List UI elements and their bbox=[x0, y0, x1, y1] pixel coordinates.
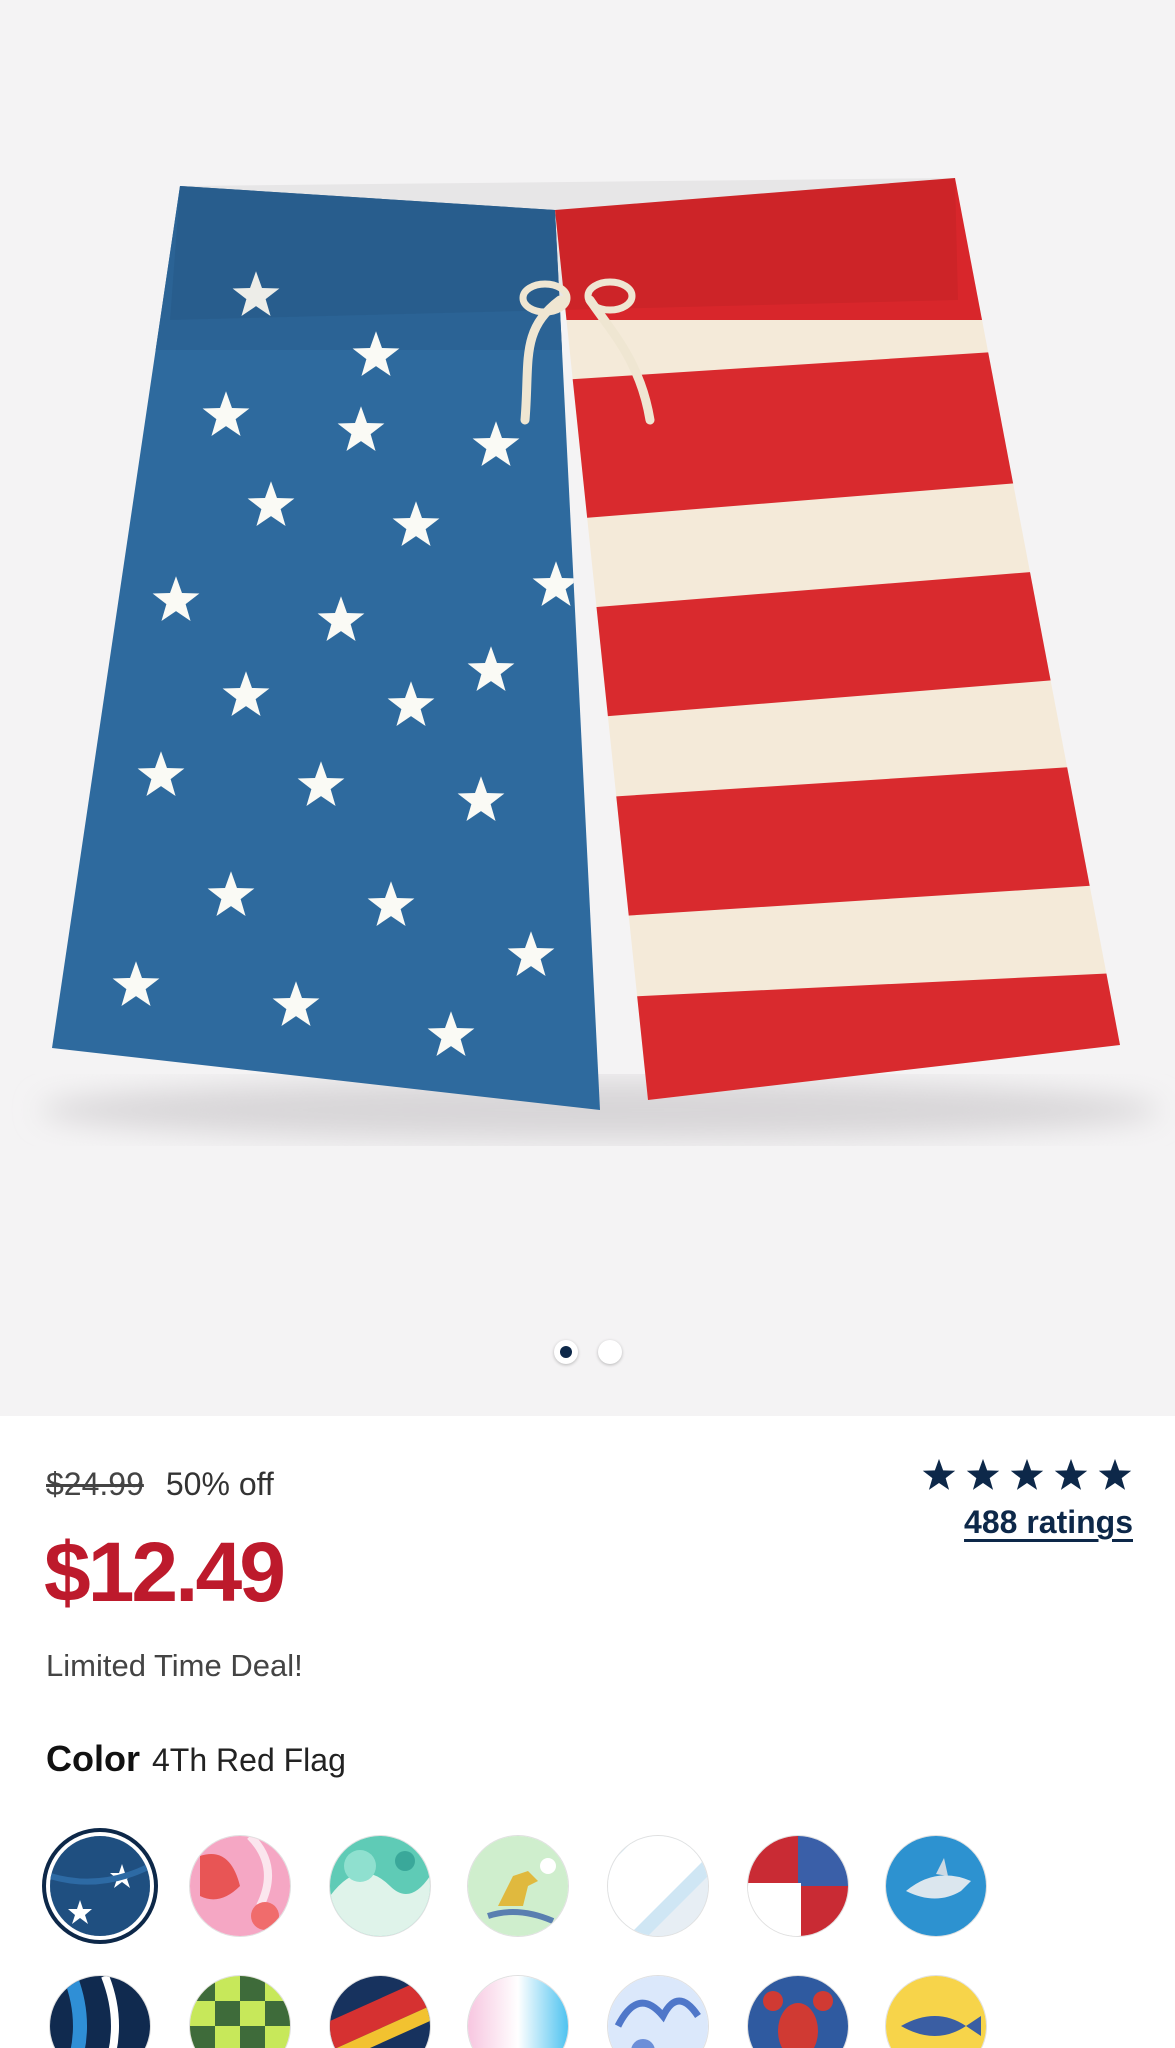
rating-summary[interactable]: 488 ratings bbox=[921, 1458, 1133, 1541]
carousel-indicator bbox=[0, 1340, 1175, 1364]
selected-color-name: 4Th Red Flag bbox=[152, 1742, 346, 1778]
product-image bbox=[40, 178, 1160, 1140]
swatch-teal-tropical[interactable] bbox=[330, 1836, 430, 1936]
carousel-dot-2[interactable] bbox=[597, 1340, 622, 1364]
star-icon bbox=[966, 1458, 1000, 1490]
star-icon bbox=[922, 1458, 956, 1490]
sale-price: $12.49 bbox=[44, 1525, 286, 1619]
color-label: Color bbox=[46, 1738, 140, 1779]
deal-label: Limited Time Deal! bbox=[46, 1648, 303, 1683]
star-rating bbox=[921, 1458, 1133, 1494]
ratings-link[interactable]: 488 ratings bbox=[964, 1504, 1133, 1541]
price-row: $24.99 50% off bbox=[46, 1466, 274, 1503]
swatch-4th-red-flag[interactable] bbox=[50, 1836, 150, 1936]
star-icon bbox=[1054, 1458, 1088, 1490]
discount-label: 50% off bbox=[165, 1466, 274, 1502]
swatch-dinosaur-surf[interactable] bbox=[468, 1836, 568, 1936]
color-selector-header: Color 4Th Red Flag bbox=[46, 1738, 346, 1780]
original-price: $24.99 bbox=[46, 1466, 144, 1502]
star-icon bbox=[1010, 1458, 1044, 1490]
star-icon bbox=[1098, 1458, 1132, 1490]
carousel-dot-1[interactable] bbox=[553, 1340, 578, 1364]
product-image-carousel[interactable] bbox=[0, 0, 1175, 1416]
swatch-pink-floral[interactable] bbox=[190, 1836, 290, 1936]
swatch-red-white-blue-geo[interactable] bbox=[748, 1836, 848, 1936]
swatch-shark[interactable] bbox=[886, 1836, 986, 1936]
swatch-light-blue-stripe[interactable] bbox=[608, 1836, 708, 1936]
